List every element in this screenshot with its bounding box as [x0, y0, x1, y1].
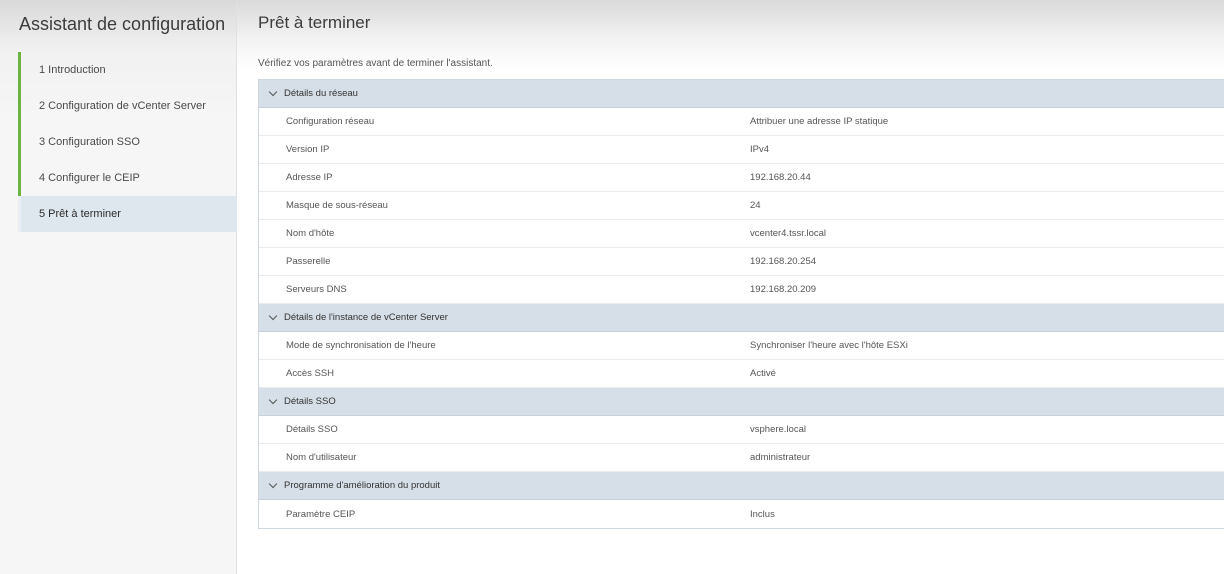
table-row: Nom d'hôte vcenter4.tssr.local — [259, 220, 1224, 248]
row-label: Passerelle — [286, 256, 331, 267]
section-header-network[interactable]: Détails du réseau — [259, 80, 1224, 108]
section-header-sso[interactable]: Détails SSO — [259, 388, 1224, 416]
row-label: Mode de synchronisation de l'heure — [286, 340, 436, 351]
table-row: Adresse IP 192.168.20.44 — [259, 164, 1224, 192]
row-value: 192.168.20.44 — [750, 172, 811, 183]
table-row: Nom d'utilisateur administrateur — [259, 444, 1224, 472]
chevron-down-icon — [268, 395, 278, 404]
wizard-sidebar: Assistant de configuration 1 Introductio… — [0, 0, 237, 574]
section-header-vcenter-instance[interactable]: Détails de l'instance de vCenter Server — [259, 304, 1224, 332]
row-value: Inclus — [750, 508, 775, 520]
row-value: Attribuer une adresse IP statique — [750, 116, 889, 127]
settings-summary: Détails du réseau Configuration réseau A… — [258, 79, 1224, 529]
step-vcenter-configuration[interactable]: 2 Configuration de vCenter Server — [18, 88, 237, 124]
wizard-steps: 1 Introduction 2 Configuration de vCente… — [18, 52, 237, 232]
row-value: 24 — [750, 200, 761, 211]
table-row: Paramètre CEIP Inclus — [259, 500, 1224, 528]
section-header-ceip[interactable]: Programme d'amélioration du produit — [259, 472, 1224, 500]
main-panel: Prêt à terminer Vérifiez vos paramètres … — [237, 0, 1224, 574]
page-title: Prêt à terminer — [258, 13, 371, 32]
table-row: Passerelle 192.168.20.254 — [259, 248, 1224, 276]
row-value: administrateur — [750, 452, 811, 463]
row-value: vcenter4.tssr.local — [750, 228, 827, 239]
section-title: Programme d'amélioration du produit — [284, 480, 441, 491]
table-row: Serveurs DNS 192.168.20.209 — [259, 276, 1224, 304]
row-value: Synchroniser l'heure avec l'hôte ESXi — [750, 340, 908, 351]
table-row: Version IP IPv4 — [259, 136, 1224, 164]
page-subtitle: Vérifiez vos paramètres avant de termine… — [258, 58, 493, 69]
row-label: Adresse IP — [286, 172, 333, 183]
row-label: Nom d'utilisateur — [286, 452, 357, 463]
row-label: Détails SSO — [286, 424, 338, 435]
section-title: Détails du réseau — [284, 88, 358, 99]
table-row: Détails SSO vsphere.local — [259, 416, 1224, 444]
row-value: 192.168.20.209 — [750, 284, 817, 295]
row-label: Serveurs DNS — [286, 284, 347, 295]
step-sso-configuration[interactable]: 3 Configuration SSO — [18, 124, 237, 160]
table-row: Accès SSH Activé — [259, 360, 1224, 388]
chevron-down-icon — [268, 479, 278, 488]
step-introduction[interactable]: 1 Introduction — [18, 52, 237, 88]
chevron-down-icon — [268, 87, 278, 96]
step-ready-to-complete[interactable]: 5 Prêt à terminer — [18, 196, 237, 232]
step-ceip[interactable]: 4 Configurer le CEIP — [18, 160, 237, 196]
table-row: Mode de synchronisation de l'heure Synch… — [259, 332, 1224, 360]
row-value: 192.168.20.254 — [750, 256, 817, 267]
section-title: Détails de l'instance de vCenter Server — [284, 312, 448, 323]
table-row: Masque de sous-réseau 24 — [259, 192, 1224, 220]
row-value: IPv4 — [750, 144, 770, 155]
row-label: Version IP — [286, 144, 330, 155]
row-label: Configuration réseau — [286, 116, 375, 127]
row-label: Masque de sous-réseau — [286, 200, 388, 211]
row-value: Activé — [750, 368, 776, 379]
chevron-down-icon — [268, 311, 278, 320]
row-label: Paramètre CEIP — [286, 508, 356, 520]
wizard-title: Assistant de configuration — [19, 14, 226, 34]
row-label: Accès SSH — [286, 368, 335, 379]
row-value: vsphere.local — [750, 424, 806, 435]
section-title: Détails SSO — [284, 396, 336, 407]
table-row: Configuration réseau Attribuer une adres… — [259, 108, 1224, 136]
row-label: Nom d'hôte — [286, 228, 335, 239]
